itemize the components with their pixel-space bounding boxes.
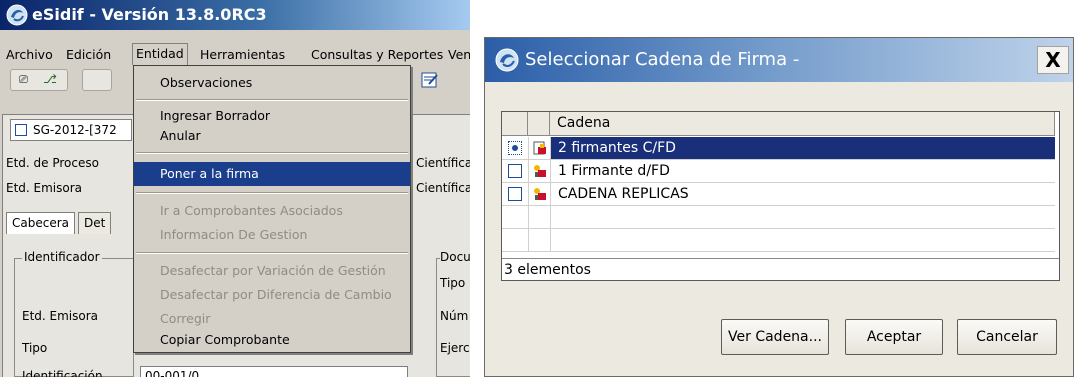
table-row-empty (502, 229, 1055, 252)
menu-item-anular[interactable]: Anular (134, 128, 410, 144)
label-etd-emisora: Etd. Emisora (6, 181, 83, 195)
menu-separator (136, 152, 408, 154)
dialog-title-bar: Seleccionar Cadena de Firma - X (485, 38, 1073, 82)
menu-archivo[interactable]: Archivo (6, 47, 53, 62)
column-header-select (502, 112, 528, 136)
label-cientifica-2: Científica (416, 181, 470, 195)
esidif-logo-icon (6, 4, 28, 26)
document-tab-label: SG-2012-[372 (33, 123, 117, 137)
menu-item-informacion-gestion[interactable]: Informacion De Gestion (134, 227, 410, 243)
table-row[interactable]: CADENA REPLICAS (502, 183, 1055, 206)
document-tab[interactable]: SG-2012-[372 (10, 119, 132, 141)
menu-item-copiar-comprobante[interactable]: Copiar Comprobante (134, 332, 410, 348)
toolbar-button-group[interactable]: ⎚ ⎇ (10, 69, 68, 91)
seleccionar-cadena-dialog: Seleccionar Cadena de Firma - X Cadena 2… (484, 37, 1074, 377)
signature-chain-icon (528, 183, 550, 206)
cadena-table: Cadena 2 firmantes C/FD 1 Firmante d/FD … (501, 111, 1060, 281)
selected-dot-icon (512, 145, 518, 151)
row-name-empty (550, 229, 1055, 251)
esidif-logo-icon (495, 48, 519, 72)
element-count-status: 3 elementos (502, 258, 1059, 280)
row-select-cell[interactable] (502, 137, 528, 160)
table-row[interactable]: 1 Firmante d/FD (502, 160, 1055, 183)
edit-document-icon[interactable] (420, 70, 440, 90)
row-name: 2 firmantes C/FD (550, 137, 1055, 159)
menu-item-corregir[interactable]: Corregir (134, 311, 410, 327)
label-tipo-right: Tipo (440, 276, 466, 290)
menu-entidad[interactable]: Entidad (132, 43, 188, 65)
row-icon-cell (528, 229, 550, 252)
row-select-cell[interactable] (502, 183, 528, 206)
signature-chain-icon (528, 160, 550, 183)
row-select-cell (502, 229, 528, 252)
tab-cabecera[interactable]: Cabecera (6, 212, 75, 234)
label-tipo: Tipo (22, 341, 48, 355)
menu-separator (136, 252, 408, 254)
radio-checkbox[interactable] (508, 141, 522, 155)
menu-herramientas[interactable]: Herramientas (200, 47, 285, 62)
label-numero: Núm (440, 309, 469, 323)
checkbox[interactable] (508, 164, 522, 178)
label-etd-proceso: Etd. de Proceso (6, 156, 99, 170)
menu-item-ir-a-comprobantes[interactable]: Ir a Comprobantes Asociados (134, 203, 410, 219)
menu-edicion[interactable]: Edición (66, 47, 111, 62)
aceptar-button[interactable]: Aceptar (845, 319, 943, 355)
row-select-cell[interactable] (502, 160, 528, 183)
menu-item-observaciones[interactable]: Observaciones (134, 75, 410, 91)
window-title: eSidif - Versión 13.8.0RC3 (32, 5, 267, 24)
identificacion-field[interactable]: 00-001/0 (140, 366, 408, 377)
label-ejercicio: Ejerc (440, 341, 470, 355)
main-application-window: eSidif - Versión 13.8.0RC3 Archivo Edici… (0, 0, 470, 377)
label-documento: Docu (440, 250, 470, 264)
tree-icon: ⎇ (43, 72, 57, 86)
window-icon: ⎚ (19, 73, 28, 86)
table-row-empty (502, 206, 1055, 229)
row-name: CADENA REPLICAS (550, 183, 1055, 205)
document-icon (15, 124, 27, 136)
signature-chain-icon (528, 137, 550, 160)
menu-consultas-reportes[interactable]: Consultas y Reportes (311, 47, 443, 62)
row-name: 1 Firmante d/FD (550, 160, 1055, 182)
row-select-cell (502, 206, 528, 229)
title-bar: eSidif - Versión 13.8.0RC3 (0, 0, 470, 30)
menu-bar: Archivo Edición Entidad Herramientas Con… (0, 43, 470, 67)
menu-item-ingresar-borrador[interactable]: Ingresar Borrador (134, 108, 410, 124)
dialog-title: Seleccionar Cadena de Firma - (525, 49, 800, 70)
column-header-cadena[interactable]: Cadena (550, 112, 1055, 136)
menu-item-desafectar-variacion[interactable]: Desafectar por Variación de Gestión (134, 263, 410, 279)
label-identificador: Identificador (22, 250, 102, 264)
cancelar-button[interactable]: Cancelar (957, 319, 1057, 355)
tab-detalle[interactable]: Det (78, 212, 112, 234)
toolbar-button[interactable] (82, 69, 112, 91)
menu-ventana[interactable]: Vent (448, 47, 470, 62)
menu-item-poner-a-la-firma[interactable]: Poner a la firma (134, 162, 410, 186)
menu-item-desafectar-diferencia[interactable]: Desafectar por Diferencia de Cambio (134, 287, 410, 303)
column-header-icon (528, 112, 550, 136)
menu-separator (136, 99, 408, 101)
row-name-empty (550, 206, 1055, 228)
checkbox[interactable] (508, 187, 522, 201)
menu-separator (136, 192, 408, 194)
row-icon-cell (528, 206, 550, 229)
label-identificacion: Identificación (22, 369, 103, 377)
label-etd-emisora-2: Etd. Emisora (22, 309, 99, 323)
ver-cadena-button[interactable]: Ver Cadena... (721, 319, 829, 355)
entidad-dropdown-menu: Observaciones Ingresar Borrador Anular P… (133, 65, 411, 353)
label-cientifica-1: Científica (416, 156, 470, 170)
close-button[interactable]: X (1037, 46, 1069, 74)
table-row[interactable]: 2 firmantes C/FD (502, 137, 1055, 160)
